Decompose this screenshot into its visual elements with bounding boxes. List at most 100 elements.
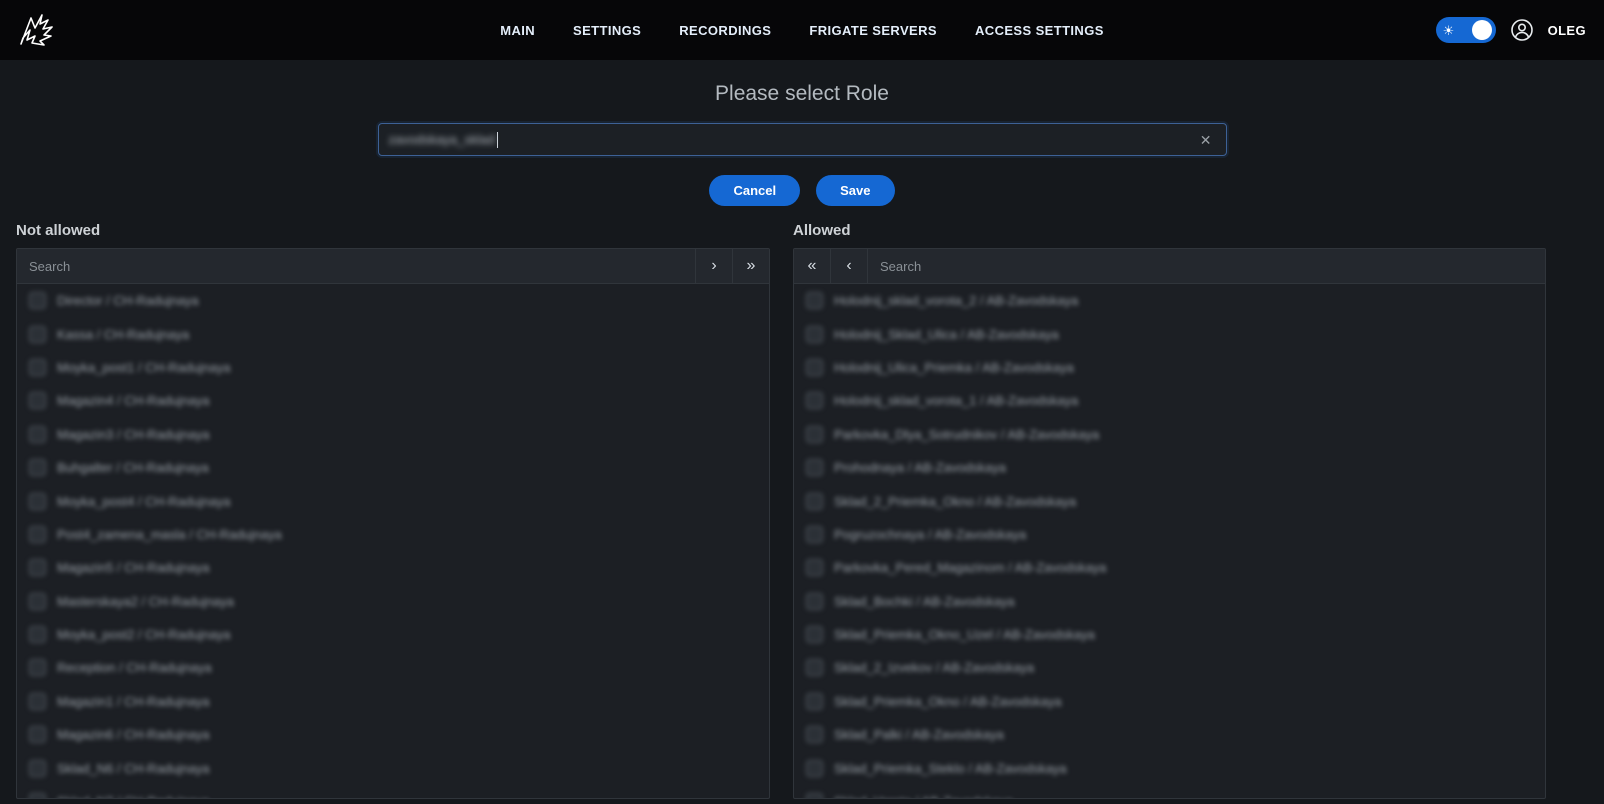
list-item[interactable]: Sklad_Priemka_Steklo / AB-Zavodskaya	[794, 751, 1545, 784]
move-right-button[interactable]: ›	[695, 249, 732, 283]
checkbox[interactable]	[806, 526, 823, 543]
list-item[interactable]: Sklad_Vorota / AB-Zavodskaya	[794, 785, 1545, 799]
checkbox[interactable]	[806, 326, 823, 343]
list-item[interactable]: Holodnij_sklad_vorota_1 / AB-Zavodskaya	[794, 384, 1545, 417]
list-item[interactable]: Sklad_Palki / AB-Zavodskaya	[794, 718, 1545, 751]
checkbox[interactable]	[806, 426, 823, 443]
checkbox[interactable]	[29, 626, 46, 643]
checkbox[interactable]	[29, 292, 46, 309]
checkbox[interactable]	[29, 326, 46, 343]
move-all-left-button[interactable]: «	[794, 249, 831, 283]
camera-label: Holodnij_Ulica_Priemka / AB-Zavodskaya	[834, 360, 1074, 375]
checkbox[interactable]	[806, 359, 823, 376]
checkbox[interactable]	[806, 292, 823, 309]
checkbox[interactable]	[806, 726, 823, 743]
checkbox[interactable]	[29, 726, 46, 743]
checkbox[interactable]	[29, 760, 46, 777]
checkbox[interactable]	[806, 693, 823, 710]
camera-label: Magazin1 / CH-Radujnaya	[57, 694, 209, 709]
checkbox[interactable]	[806, 392, 823, 409]
checkbox[interactable]	[29, 526, 46, 543]
not-allowed-header: › »	[17, 249, 769, 284]
list-item[interactable]: Magazin5 / CH-Radujnaya	[17, 551, 769, 584]
list-item[interactable]: Moyka_post4 / CH-Radujnaya	[17, 484, 769, 517]
move-left-button[interactable]: ‹	[831, 249, 868, 283]
camera-label: Moyka_post4 / CH-Radujnaya	[57, 494, 230, 509]
nav-link[interactable]: SETTINGS	[573, 23, 641, 38]
list-item[interactable]: Pogruzochnaya / AB-Zavodskaya	[794, 518, 1545, 551]
list-item[interactable]: Magazin4 / CH-Radujnaya	[17, 384, 769, 417]
checkbox[interactable]	[806, 626, 823, 643]
list-item[interactable]: Sklad_N7 / CH-Radujnaya	[17, 785, 769, 799]
camera-label: Kassa / CH-Radujnaya	[57, 327, 189, 342]
list-item[interactable]: Magazin1 / CH-Radujnaya	[17, 685, 769, 718]
checkbox[interactable]	[29, 426, 46, 443]
list-item[interactable]: Kassa / CH-Radujnaya	[17, 317, 769, 350]
allowed-search-input[interactable]	[868, 249, 1545, 283]
app-logo[interactable]	[18, 10, 62, 50]
checkbox[interactable]	[806, 659, 823, 676]
theme-toggle[interactable]: ☀	[1436, 17, 1496, 43]
list-item[interactable]: Reception / CH-Radujnaya	[17, 651, 769, 684]
list-item[interactable]: Moyka_post2 / CH-Radujnaya	[17, 618, 769, 651]
list-item[interactable]: Buhgalter / CH-Radujnaya	[17, 451, 769, 484]
role-input[interactable]: zavodskaya_sklad ✕	[378, 123, 1227, 156]
checkbox[interactable]	[29, 793, 46, 799]
list-item[interactable]: Sklad_N6 / CH-Radujnaya	[17, 751, 769, 784]
sun-icon: ☀	[1443, 24, 1455, 37]
camera-label: Parkovka_Pered_Magazinom / AB-Zavodskaya	[834, 560, 1106, 575]
list-item[interactable]: Director / CH-Radujnaya	[17, 284, 769, 317]
checkbox[interactable]	[29, 493, 46, 510]
cancel-button[interactable]: Cancel	[709, 175, 800, 206]
checkbox[interactable]	[806, 793, 823, 799]
camera-label: Sklad_N7 / CH-Radujnaya	[57, 794, 209, 799]
list-item[interactable]: Magazin6 / CH-Radujnaya	[17, 718, 769, 751]
camera-label: Parkovka_Dlya_Sotrudnikov / AB-Zavodskay…	[834, 427, 1099, 442]
page-title: Please select Role	[0, 82, 1604, 106]
camera-label: Sklad_2_Priemka_Okno / AB-Zavodskaya	[834, 494, 1076, 509]
user-icon[interactable]	[1510, 18, 1534, 42]
list-item[interactable]: Parkovka_Dlya_Sotrudnikov / AB-Zavodskay…	[794, 418, 1545, 451]
checkbox[interactable]	[29, 359, 46, 376]
nav-link[interactable]: MAIN	[500, 23, 535, 38]
list-item[interactable]: Holodnij_sklad_vorota_2 / AB-Zavodskaya	[794, 284, 1545, 317]
checkbox[interactable]	[806, 593, 823, 610]
checkbox[interactable]	[806, 493, 823, 510]
list-item[interactable]: Sklad_Bochki / AB-Zavodskaya	[794, 585, 1545, 618]
role-input-value: zavodskaya_sklad	[389, 132, 495, 147]
checkbox[interactable]	[29, 459, 46, 476]
list-item[interactable]: Parkovka_Pered_Magazinom / AB-Zavodskaya	[794, 551, 1545, 584]
camera-label: Sklad_2_Izvekov / AB-Zavodskaya	[834, 660, 1034, 675]
list-item[interactable]: Magazin3 / CH-Radujnaya	[17, 418, 769, 451]
camera-label: Holodnij_sklad_vorota_1 / AB-Zavodskaya	[834, 393, 1078, 408]
list-item[interactable]: Prohodnaya / AB-Zavodskaya	[794, 451, 1545, 484]
toggle-knob	[1472, 20, 1492, 40]
camera-label: Holodnij_sklad_vorota_2 / AB-Zavodskaya	[834, 293, 1078, 308]
nav-link[interactable]: RECORDINGS	[679, 23, 771, 38]
list-item[interactable]: Sklad_2_Priemka_Okno / AB-Zavodskaya	[794, 484, 1545, 517]
camera-label: Sklad_Priemka_Okno / AB-Zavodskaya	[834, 694, 1062, 709]
save-button[interactable]: Save	[816, 175, 894, 206]
list-item[interactable]: Holodnij_Sklad_Ulica / AB-Zavodskaya	[794, 317, 1545, 350]
list-item[interactable]: Sklad_Priemka_Okno_Uzel / AB-Zavodskaya	[794, 618, 1545, 651]
checkbox[interactable]	[29, 593, 46, 610]
list-item[interactable]: Holodnij_Ulica_Priemka / AB-Zavodskaya	[794, 351, 1545, 384]
checkbox[interactable]	[806, 559, 823, 576]
checkbox[interactable]	[29, 693, 46, 710]
camera-label: Sklad_Priemka_Steklo / AB-Zavodskaya	[834, 761, 1067, 776]
checkbox[interactable]	[29, 559, 46, 576]
list-item[interactable]: Moyka_post1 / CH-Radujnaya	[17, 351, 769, 384]
not-allowed-search-input[interactable]	[17, 249, 695, 283]
clear-input-button[interactable]: ✕	[1196, 131, 1216, 149]
list-item[interactable]: Masterskaya2 / CH-Radujnaya	[17, 585, 769, 618]
list-item[interactable]: Sklad_Priemka_Okno / AB-Zavodskaya	[794, 685, 1545, 718]
checkbox[interactable]	[806, 760, 823, 777]
checkbox[interactable]	[29, 659, 46, 676]
checkbox[interactable]	[29, 392, 46, 409]
nav-link[interactable]: ACCESS SETTINGS	[975, 23, 1104, 38]
move-all-right-button[interactable]: »	[732, 249, 769, 283]
checkbox[interactable]	[806, 459, 823, 476]
list-item[interactable]: Post4_zamena_masla / CH-Radujnaya	[17, 518, 769, 551]
nav-link[interactable]: FRIGATE SERVERS	[809, 23, 937, 38]
list-item[interactable]: Sklad_2_Izvekov / AB-Zavodskaya	[794, 651, 1545, 684]
